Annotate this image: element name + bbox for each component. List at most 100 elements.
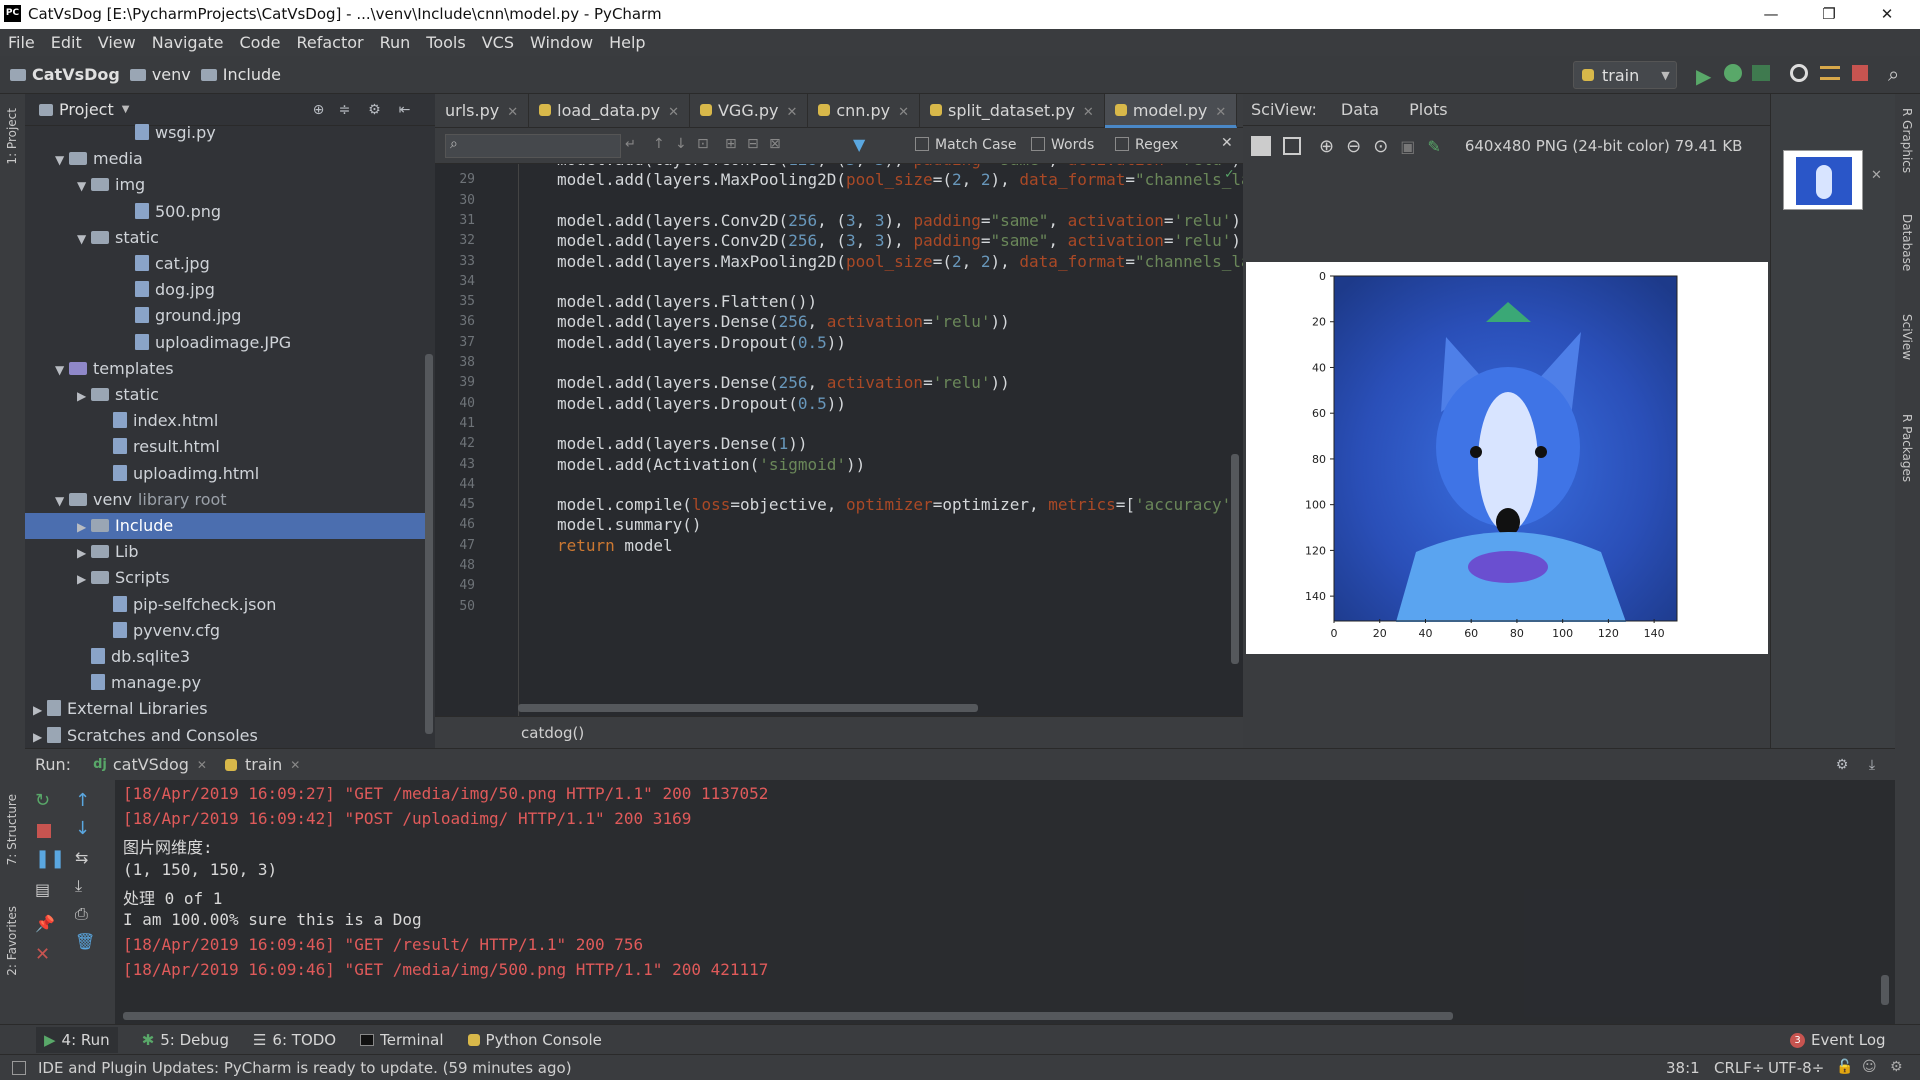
locate-icon[interactable]: ⊕	[309, 101, 327, 119]
lock-icon[interactable]: 🔓	[1836, 1059, 1853, 1075]
breadcrumb-venv[interactable]: venv	[152, 65, 191, 84]
tree-file[interactable]: pip-selfcheck.json	[25, 592, 425, 618]
function-breadcrumb[interactable]: catdog()	[521, 724, 584, 742]
tree-file[interactable]: index.html	[25, 408, 425, 434]
tree-folder[interactable]: ▶ Include	[25, 513, 425, 539]
run-icon[interactable]: ▶	[1696, 64, 1711, 88]
close-thumbnail-icon[interactable]: ✕	[1871, 168, 1882, 183]
filter-icon[interactable]: ▼	[853, 135, 865, 154]
new-line-icon[interactable]: ↵	[625, 137, 636, 152]
tree-folder[interactable]: ▼ templates	[25, 356, 425, 382]
profile-icon[interactable]	[1790, 64, 1808, 82]
editor-tab[interactable]: urls.py ✕	[435, 93, 530, 128]
run-tab-train[interactable]: train	[245, 755, 282, 774]
tool-tab-todo[interactable]: ☰ 6: TODO	[253, 1031, 336, 1049]
close-tab-icon[interactable]: ✕	[668, 105, 679, 120]
chessboard-icon[interactable]	[1251, 136, 1271, 156]
collapse-arrow-icon[interactable]: ▶	[33, 724, 47, 750]
tree-file[interactable]: cat.jpg	[25, 251, 425, 277]
hide-panel-icon[interactable]: ⤓	[1863, 756, 1881, 774]
editor-tab[interactable]: model.py ✕	[1104, 93, 1238, 128]
tree-folder[interactable]: ▼ media	[25, 146, 425, 172]
editor-vertical-scrollbar[interactable]	[1231, 454, 1239, 664]
expand-arrow-icon[interactable]: ▼	[77, 173, 91, 199]
tree-folder[interactable]: ▶ Scripts	[25, 565, 425, 591]
line-separator[interactable]: CRLF÷	[1714, 1059, 1764, 1077]
scroll-to-end-icon[interactable]: ⤓	[75, 876, 82, 896]
tab-plots[interactable]: Plots	[1409, 100, 1448, 119]
zoom-in-icon[interactable]: ⊕	[1319, 136, 1334, 157]
scroll-up-icon[interactable]: ↑	[75, 790, 90, 811]
close-tab-icon[interactable]: ✕	[1215, 105, 1226, 120]
gear-icon[interactable]: ⚙	[365, 101, 383, 119]
tree-file[interactable]: db.sqlite3	[25, 644, 425, 670]
tree-folder[interactable]: ▼ venv library root	[25, 487, 425, 513]
collapse-arrow-icon[interactable]: ▶	[77, 566, 91, 592]
menu-tools[interactable]: Tools	[418, 29, 473, 56]
run-config-select[interactable]: train ▼	[1573, 61, 1677, 89]
menu-refactor[interactable]: Refactor	[288, 29, 371, 56]
collapse-all-icon[interactable]: ≑	[335, 101, 353, 119]
editor-tab[interactable]: cnn.py ✕	[808, 93, 921, 128]
console-vertical-scrollbar[interactable]	[1881, 975, 1889, 1005]
memory-icon[interactable]: ⚙	[1890, 1059, 1903, 1075]
gear-icon[interactable]: ⚙	[1833, 756, 1851, 774]
close-find-icon[interactable]: ✕	[1221, 135, 1233, 151]
event-log-button[interactable]: 3 Event Log	[1790, 1031, 1886, 1049]
close-tab-icon[interactable]: ✕	[507, 105, 518, 120]
close-window-icon[interactable]: ✕	[1858, 0, 1916, 29]
menu-vcs[interactable]: VCS	[474, 29, 522, 56]
editor-tab[interactable]: load_data.py ✕	[529, 93, 690, 128]
tool-window-project[interactable]: 1: Project	[5, 108, 19, 165]
fit-zoom-icon[interactable]: ▣	[1400, 137, 1415, 156]
menu-window[interactable]: Window	[522, 29, 601, 56]
inspector-icon[interactable]: ☺	[1862, 1059, 1877, 1075]
soft-wrap-icon[interactable]: ⇆	[75, 848, 88, 867]
print-icon[interactable]: ⎙	[75, 904, 88, 924]
toggle-selection-icon[interactable]: ⊠	[769, 136, 781, 152]
menu-navigate[interactable]: Navigate	[144, 29, 232, 56]
editor-tab[interactable]: VGG.py ✕	[690, 93, 809, 128]
words-checkbox[interactable]: Words	[1031, 137, 1094, 153]
close-tab-icon[interactable]: ✕	[786, 105, 797, 120]
plot-image[interactable]: 0 20 40 60 80 100 120 140 0 20 40 60 80 100 120 140	[1246, 262, 1768, 654]
breadcrumb-project[interactable]: CatVsDog	[32, 65, 120, 84]
console-horizontal-scrollbar[interactable]	[123, 1012, 1453, 1020]
menu-view[interactable]: View	[90, 29, 144, 56]
tree-file[interactable]: result.html	[25, 434, 425, 460]
tool-window-database[interactable]: Database	[1900, 214, 1914, 271]
tool-tab-python-console[interactable]: Python Console	[467, 1031, 602, 1049]
hide-panel-icon[interactable]: ⇤	[395, 101, 413, 119]
collapse-arrow-icon[interactable]: ▶	[77, 383, 91, 409]
tree-file[interactable]: uploadimg.html	[25, 461, 425, 487]
zoom-out-icon[interactable]: ⊖	[1346, 136, 1361, 157]
coverage-icon[interactable]	[1752, 65, 1770, 81]
rerun-icon[interactable]: ↻	[35, 790, 50, 811]
collapse-arrow-icon[interactable]: ▶	[77, 514, 91, 540]
close-tab-icon[interactable]: ✕	[290, 758, 300, 772]
minimize-icon[interactable]: —	[1742, 0, 1800, 29]
tool-window-structure[interactable]: 7: Structure	[5, 794, 19, 865]
collapse-arrow-icon[interactable]: ▶	[33, 697, 47, 723]
stop-icon[interactable]	[37, 824, 51, 838]
tree-file[interactable]: wsgi.py	[25, 120, 425, 146]
toggle-tool-windows-icon[interactable]	[12, 1061, 26, 1075]
remove-occurrence-icon[interactable]: ⊟	[747, 136, 759, 152]
restore-icon[interactable]: ❐	[1800, 0, 1858, 29]
tree-file[interactable]: ground.jpg	[25, 303, 425, 329]
menu-code[interactable]: Code	[232, 29, 289, 56]
actual-size-icon[interactable]: ⊙	[1373, 136, 1388, 157]
file-encoding[interactable]: UTF-8÷	[1768, 1059, 1824, 1077]
stop-icon[interactable]	[1852, 65, 1868, 81]
tree-file[interactable]: manage.py	[25, 670, 425, 696]
debug-icon[interactable]	[1724, 64, 1742, 82]
collapse-arrow-icon[interactable]: ▶	[77, 540, 91, 566]
run-tab-catvsdog[interactable]: catVSdog	[113, 755, 189, 774]
tool-tab-debug[interactable]: ✱ 5: Debug	[142, 1031, 229, 1049]
tool-window-r-packages[interactable]: R Packages	[1900, 414, 1914, 482]
tree-file[interactable]: 500.png	[25, 199, 425, 225]
editor-horizontal-scrollbar[interactable]	[518, 704, 978, 712]
expand-arrow-icon[interactable]: ▼	[77, 226, 91, 252]
pin-icon[interactable]: 📌	[35, 914, 55, 933]
dump-threads-icon[interactable]: ▤	[35, 880, 50, 899]
